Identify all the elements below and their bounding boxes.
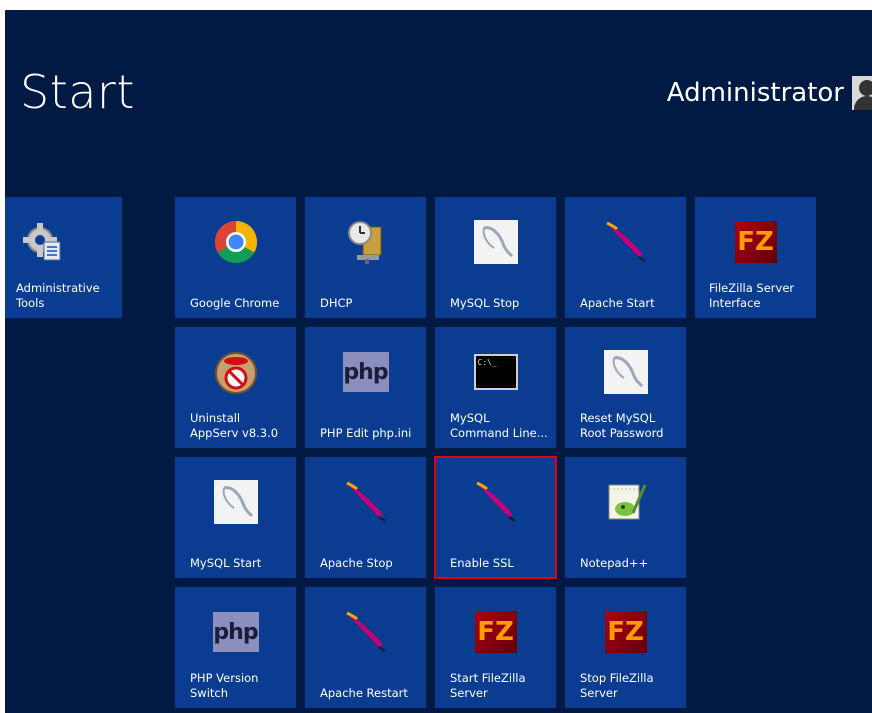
tile-administrative-tools[interactable]: Administrative Tools <box>5 197 122 318</box>
apache-feather-icon <box>343 479 389 525</box>
tile-apache-stop[interactable]: Apache Stop <box>305 457 426 578</box>
tile-label: Uninstall AppServ v8.3.0 <box>190 411 279 440</box>
tile-uninstall-appserv[interactable]: Uninstall AppServ v8.3.0 <box>175 327 296 448</box>
mysql-dolphin-icon <box>213 479 259 525</box>
tile-mysql-start[interactable]: MySQL Start <box>175 457 296 578</box>
tile-label: Stop FileZilla Server <box>580 671 654 700</box>
filezilla-icon: FZ <box>603 609 649 655</box>
tile-filezilla-server-interface[interactable]: FZ FileZilla Server Interface <box>695 197 816 318</box>
tile-label: MySQL Command Line... <box>450 411 548 440</box>
notepad-plus-plus-icon <box>603 479 649 525</box>
tile-label: MySQL Start <box>190 556 262 570</box>
tile-stop-filezilla-server[interactable]: FZ Stop FileZilla Server <box>565 587 686 708</box>
nsis-uninstall-icon <box>213 349 259 395</box>
tile-enable-ssl[interactable]: Enable SSL <box>434 456 557 579</box>
apache-feather-icon <box>603 219 649 265</box>
tile-dhcp[interactable]: DHCP <box>305 197 426 318</box>
tile-google-chrome[interactable]: Google Chrome <box>175 197 296 318</box>
filezilla-icon: FZ <box>473 609 519 655</box>
tile-label: Notepad++ <box>580 556 649 570</box>
tile-start-filezilla-server[interactable]: FZ Start FileZilla Server <box>435 587 556 708</box>
tile-label: Administrative Tools <box>16 281 100 310</box>
tile-apache-restart[interactable]: Apache Restart <box>305 587 426 708</box>
start-screen: Start Administrator Administrative Tools <box>5 10 872 713</box>
tile-reset-mysql-root-password[interactable]: Reset MySQL Root Password <box>565 327 686 448</box>
apache-feather-icon <box>343 609 389 655</box>
tile-label: Apache Start <box>580 296 655 310</box>
tile-label: PHP Edit php.ini <box>320 426 412 440</box>
php-icon: php <box>212 609 259 655</box>
tile-mysql-command-line[interactable]: C:\_ MySQL Command Line... <box>435 327 556 448</box>
tile-php-edit-ini[interactable]: php PHP Edit php.ini <box>305 327 426 448</box>
command-prompt-icon: C:\_ <box>473 349 519 395</box>
tile-label: Enable SSL <box>450 556 514 570</box>
tile-label: FileZilla Server Interface <box>709 281 795 310</box>
mysql-dolphin-icon <box>603 349 649 395</box>
user-account[interactable]: Administrator <box>667 76 872 110</box>
tile-mysql-stop[interactable]: MySQL Stop <box>435 197 556 318</box>
tile-label: Apache Stop <box>320 556 393 570</box>
tile-label: Apache Restart <box>320 686 408 700</box>
tile-apache-start[interactable]: Apache Start <box>565 197 686 318</box>
admin-tools-gear-icon <box>19 219 65 265</box>
user-avatar-icon[interactable] <box>852 76 872 110</box>
user-name: Administrator <box>666 78 844 108</box>
tile-label: Reset MySQL Root Password <box>580 411 664 440</box>
apache-feather-icon <box>473 479 519 525</box>
mysql-dolphin-icon <box>473 219 519 265</box>
tile-label: DHCP <box>320 296 353 310</box>
chrome-icon <box>213 219 259 265</box>
filezilla-icon: FZ <box>733 219 779 265</box>
tile-php-version-switch[interactable]: php PHP Version Switch <box>175 587 296 708</box>
tile-label: Start FileZilla Server <box>450 671 526 700</box>
tile-label: PHP Version Switch <box>190 671 259 700</box>
tile-label: Google Chrome <box>190 296 280 310</box>
php-icon: php <box>342 349 389 395</box>
start-title: Start <box>20 65 135 119</box>
tile-label: MySQL Stop <box>450 296 520 310</box>
tile-notepad-plus-plus[interactable]: Notepad++ <box>565 457 686 578</box>
dhcp-clock-icon <box>343 219 389 265</box>
